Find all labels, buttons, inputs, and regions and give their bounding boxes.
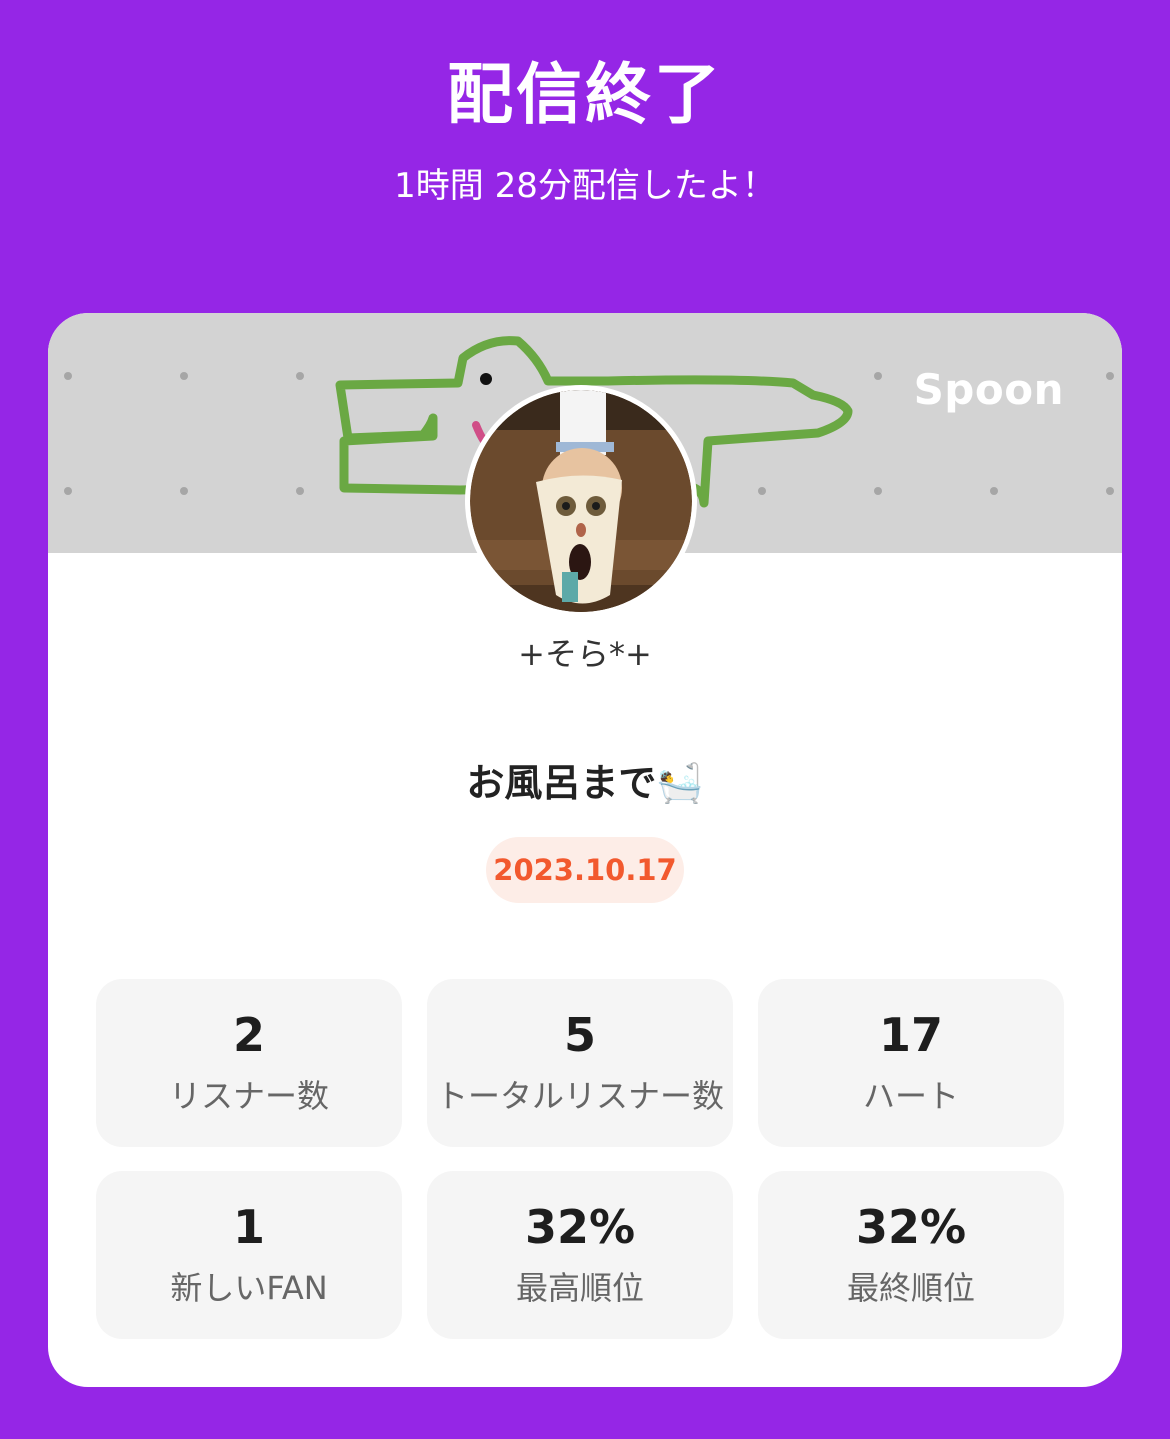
profile-photo-icon [470,390,692,612]
stat-value: 1 [232,1200,265,1254]
stat-value: 32% [855,1200,967,1254]
broadcast-duration: 1時間 28分配信したよ！ [394,166,776,206]
stat-final-rank: 32% 最終順位 [758,1171,1064,1339]
stat-label: トータルリスナー数 [435,1077,724,1115]
summary-card: Spoon +そら*+ お風呂まで🛀 2023.10.17 2 リスナー数 5 … [48,313,1122,1387]
avatar[interactable] [465,385,697,617]
stat-hearts: 17 ハート [758,979,1064,1147]
stat-label: 新しいFAN [170,1269,328,1307]
live-title: お風呂まで🛀 [466,761,704,805]
stat-value: 2 [232,1008,265,1062]
stat-label: 最高順位 [515,1269,644,1307]
spoon-logo: Spoon [913,365,1064,414]
date-badge: 2023.10.17 [486,837,684,903]
stat-label: ハート [862,1077,959,1115]
stat-label: リスナー数 [168,1077,329,1115]
stat-total-listeners: 5 トータルリスナー数 [427,979,733,1147]
stat-value: 17 [878,1008,943,1062]
page-title: 配信終了 [447,56,723,133]
stat-new-fans: 1 新しいFAN [96,1171,402,1339]
stat-listeners: 2 リスナー数 [96,979,402,1147]
stat-value: 5 [563,1008,596,1062]
stat-highest-rank: 32% 最高順位 [427,1171,733,1339]
nickname: +そら*+ [518,635,652,673]
stat-label: 最終順位 [846,1269,975,1307]
stat-value: 32% [524,1200,636,1254]
